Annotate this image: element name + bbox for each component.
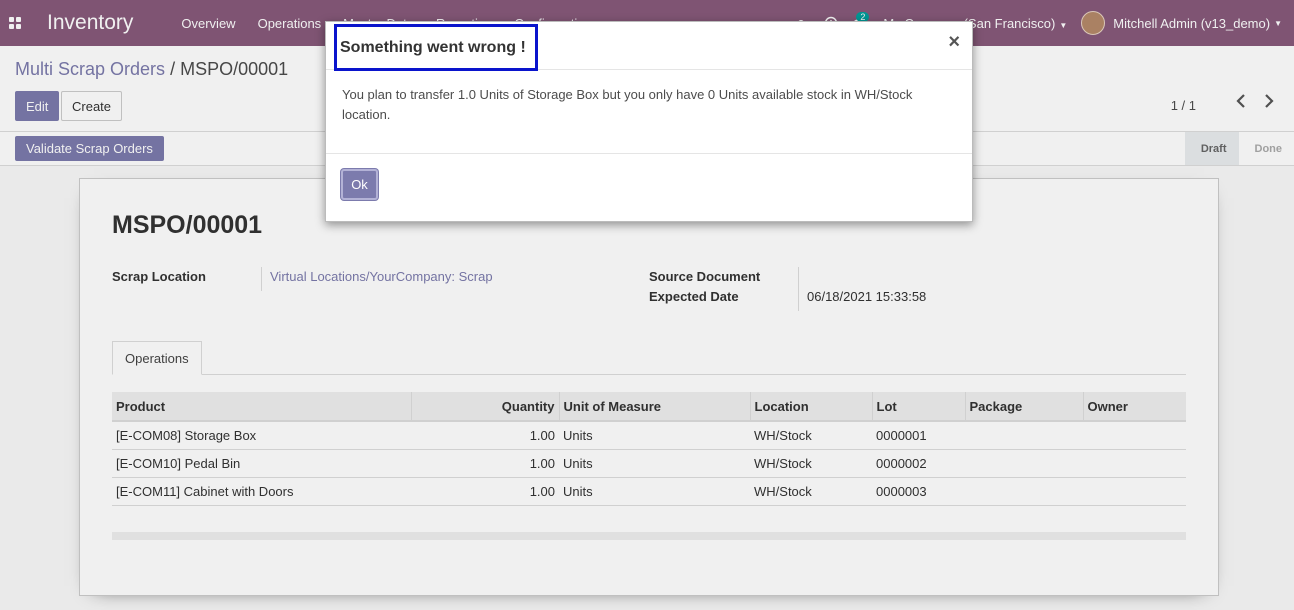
dialog-message: You plan to transfer 1.0 Units of Storag…: [342, 87, 913, 122]
dialog-header: Something went wrong ! ×: [326, 22, 972, 71]
dialog-footer-divider: [326, 153, 972, 154]
dialog-title: Something went wrong !: [334, 24, 538, 71]
ok-button[interactable]: Ok: [341, 169, 378, 200]
error-dialog: Something went wrong ! × You plan to tra…: [325, 21, 973, 222]
close-icon[interactable]: ×: [948, 32, 960, 52]
